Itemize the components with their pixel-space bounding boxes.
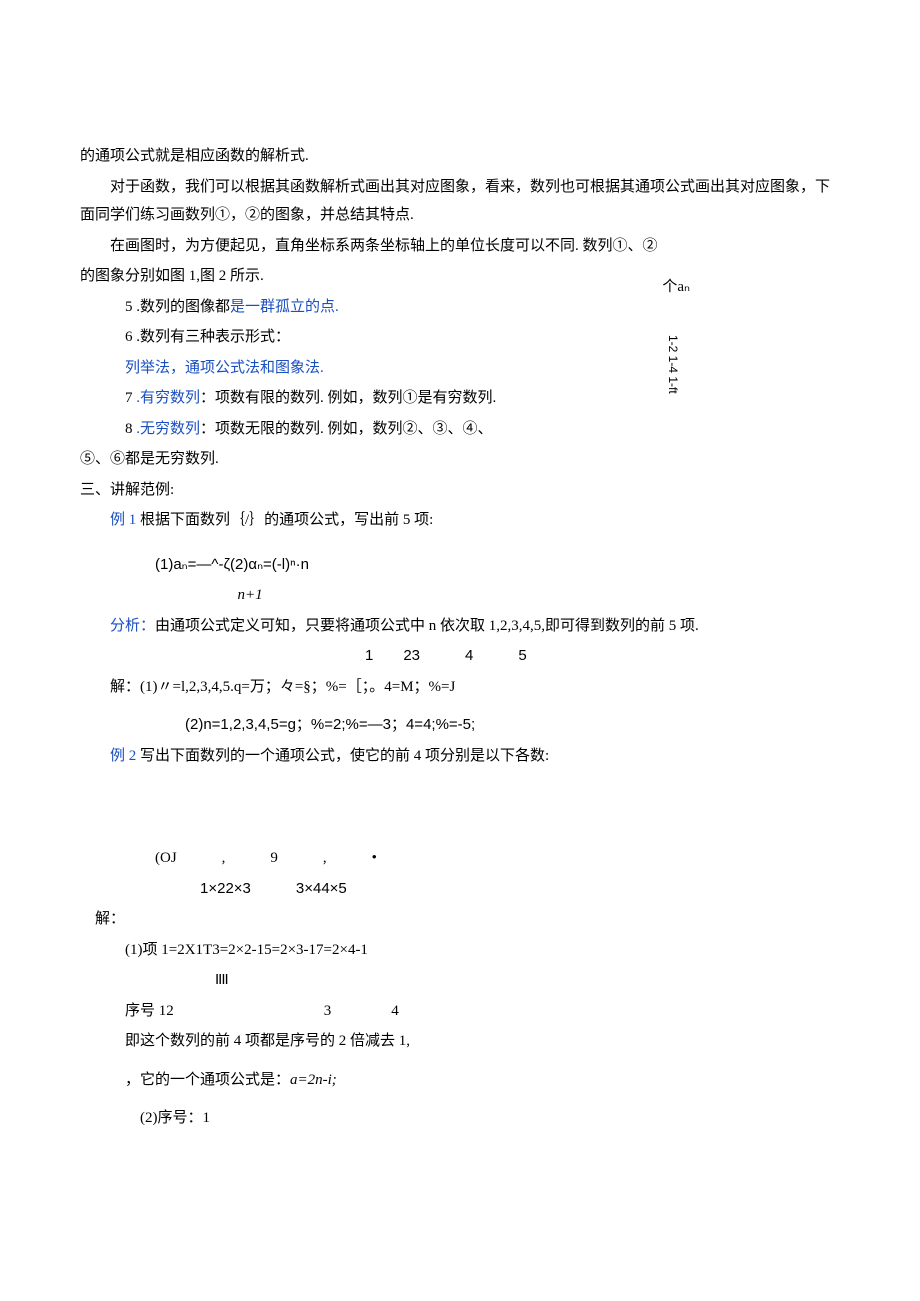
num-8: 8 <box>125 421 133 437</box>
num-7: 7 <box>125 390 133 406</box>
item5-text-a: .数列的图像都 <box>136 299 230 315</box>
list-item-5: 5 .数列的图像都是一群孤立的点. <box>80 293 840 322</box>
solve-desc: 即这个数列的前 4 项都是序号的 2 倍减去 1, <box>80 1027 840 1056</box>
num-6: 6 <box>125 329 133 345</box>
formula-1: (1)aₙ=—^-ζ(2)αₙ=(-l)ⁿ·n <box>80 551 840 580</box>
oj-line-2: 1×22×3 3×44×5 <box>80 875 840 904</box>
solve-line-1: 解：(1)〃=l,2,3,4,5.q=万；々=§；%=［；。4=M；%=J <box>80 673 840 702</box>
para-intro-tail: 的通项公式就是相应函数的解析式. <box>80 142 840 171</box>
solve-seq: 序号 12 3 4 <box>80 997 840 1026</box>
example-1-label: 例 1 <box>110 512 140 528</box>
solve-bars: IIII <box>80 966 840 995</box>
example-1: 例 1 根据下面数列｛/｝的通项公式，写出前 5 项: <box>80 506 840 535</box>
section-3-heading: 三、讲解范例: <box>80 476 840 505</box>
formula-1-denom: n+1 <box>80 581 840 610</box>
para-func-graph: 对于函数，我们可以根据其函数解析式画出其对应图象，看来，数列也可根据其通项公式画… <box>80 173 840 230</box>
graph-ticks: 1-2 1-4 1-ft <box>666 335 680 394</box>
example-2-text: 写出下面数列的一个通项公式，使它的前 4 项分别是以下各数: <box>140 748 549 764</box>
analysis: 分析：由通项公式定义可知，只要将通项公式中 n 依次取 1,2,3,4,5,即可… <box>80 612 840 641</box>
item6-sub-text: 列举法，通项公式法和图象法. <box>125 360 324 376</box>
graph-y-label: 个aₙ <box>662 273 690 302</box>
analysis-text: 由通项公式定义可知，只要将通项公式中 n 依次取 1,2,3,4,5,即可得到数… <box>155 618 699 634</box>
example-2-label: 例 2 <box>110 748 140 764</box>
example-2: 例 2 写出下面数列的一个通项公式，使它的前 4 项分别是以下各数: <box>80 742 840 771</box>
number-row: 1 23 4 5 <box>80 642 840 671</box>
item5-text-b: 是一群孤立的点. <box>230 299 339 315</box>
item8-cont: ⑤、⑥都是无穷数列. <box>80 445 840 474</box>
oj-line: (OJ , 9 , • <box>80 844 840 873</box>
solve-item-1: (1)项 1=2X1T3=2×2-15=2×3-17=2×4-1 <box>80 936 840 965</box>
item7-label: .有穷数列 <box>136 390 200 406</box>
para-draw-note-a: 在画图时，为方便起见，直角坐标系两条坐标轴上的单位长度可以不同. 数列①、② <box>80 232 840 261</box>
formula-1-main: (1)aₙ=—^-ζ(2)αₙ=(-l)ⁿ·n <box>155 556 309 573</box>
item6-sub: 列举法，通项公式法和图象法. <box>80 354 840 383</box>
item8-label: .无穷数列 <box>136 421 200 437</box>
solve-item-2: (2)序号：1 <box>80 1104 840 1133</box>
analysis-label: 分析： <box>110 618 155 634</box>
solve-formula-prefix: ，它的一个通项公式是： <box>125 1072 290 1088</box>
num-5: 5 <box>125 299 133 315</box>
solve-line-2: (2)n=1,2,3,4,5=g；%=2;%=—3；4=4;%=-5; <box>80 711 840 740</box>
list-item-8: 8 .无穷数列：项数无限的数列. 例如，数列②、③、④、 <box>80 415 840 444</box>
item6-text: .数列有三种表示形式： <box>136 329 290 345</box>
solve-formula-expr: a=2n-i; <box>290 1072 337 1088</box>
solve-formula: ，它的一个通项公式是：a=2n-i; <box>80 1066 840 1095</box>
list-item-6: 6 .数列有三种表示形式： <box>80 323 840 352</box>
item7-text: ：项数有限的数列. 例如，数列①是有穷数列. <box>200 390 496 406</box>
example-1-text: 根据下面数列｛/｝的通项公式，写出前 5 项: <box>140 512 433 528</box>
para-draw-note-b: 的图象分别如图 1,图 2 所示. <box>80 262 840 291</box>
list-item-7: 7 .有穷数列：项数有限的数列. 例如，数列①是有穷数列. <box>80 384 840 413</box>
item8-text: ：项数无限的数列. 例如，数列②、③、④、 <box>200 421 493 437</box>
solve-heading: 解： <box>80 905 840 934</box>
